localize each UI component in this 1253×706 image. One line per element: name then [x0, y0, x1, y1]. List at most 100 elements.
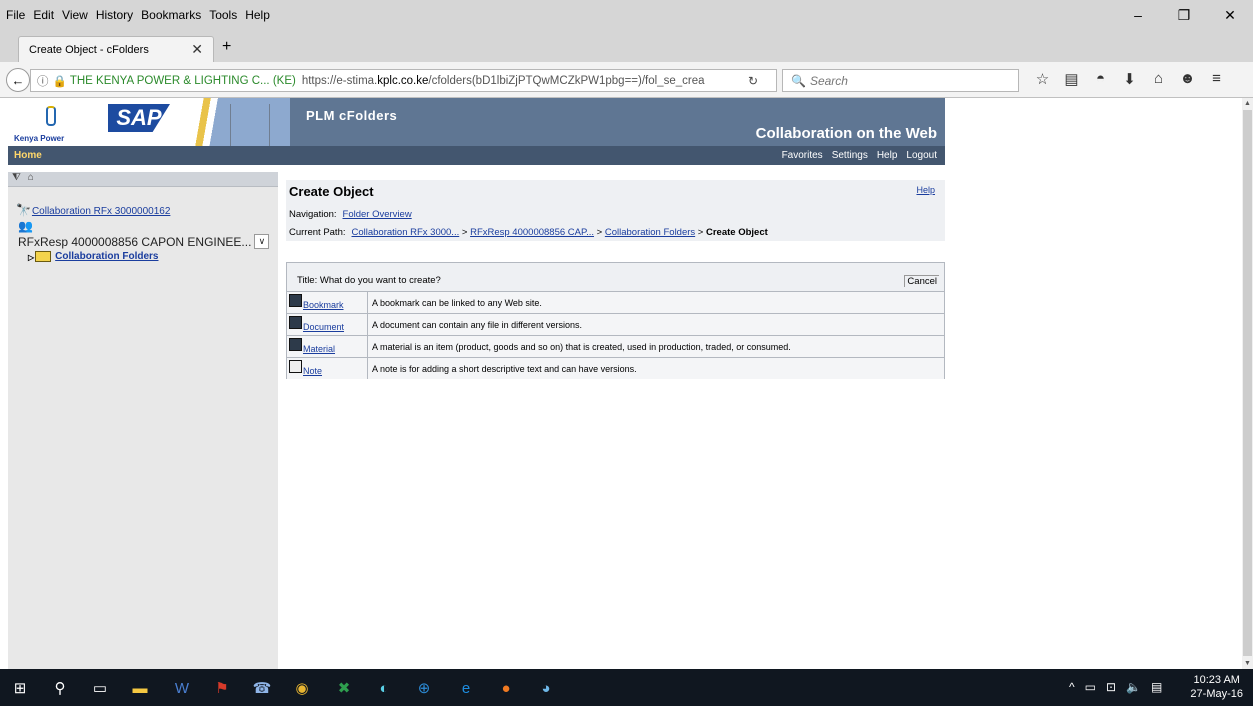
collaboration-folders-link[interactable]: Collaboration Folders [55, 251, 158, 262]
settings-link[interactable]: Settings [832, 150, 868, 161]
cancel-button[interactable]: Cancel [904, 275, 939, 287]
breadcrumb-separator: > [697, 227, 704, 238]
help-link-content[interactable]: Help [916, 185, 935, 195]
file-explorer-icon[interactable]: ▬ [130, 679, 150, 697]
home-icon[interactable]: ⌂ [1144, 70, 1173, 88]
breadcrumb-collaboration[interactable]: Collaboration RFx 3000... [352, 227, 460, 238]
reload-icon[interactable]: ↻ [748, 74, 758, 88]
task-view-icon[interactable]: ▭ [90, 679, 110, 697]
table-title: Title: What do you want to create? [297, 275, 441, 286]
word-icon[interactable]: W [172, 679, 192, 697]
volume-icon[interactable]: 🔈 [1126, 680, 1141, 694]
folder-icon [35, 251, 52, 262]
help-link[interactable]: Help [877, 150, 898, 161]
app-icon[interactable]: ◕ [536, 679, 556, 697]
lock-icon: 🔒 [52, 75, 67, 88]
vertical-scrollbar[interactable]: ▲ ▼ [1242, 98, 1253, 669]
clock-time: 10:23 AM [1193, 674, 1240, 686]
reading-list-icon[interactable]: ▤ [1057, 70, 1086, 88]
url-text[interactable]: https://e-stima.kplc.co.ke/cfolders(bD1l… [302, 75, 705, 87]
user-group-icon: 👥 [18, 219, 33, 233]
tree-toolbar: ⧨ ⌂ [8, 172, 278, 187]
chrome-icon[interactable]: ◉ [292, 679, 312, 697]
excel-icon[interactable]: ✖ [334, 679, 354, 697]
material-link[interactable]: Material [303, 344, 335, 354]
menu-history[interactable]: History [96, 8, 133, 22]
menu-edit[interactable]: Edit [33, 8, 54, 22]
sap-logo-text: SAP [108, 104, 170, 132]
navigation-bar: ← ⓘ 🔒 THE KENYA POWER & LIGHTING C... (K… [0, 62, 1253, 98]
breadcrumb-collaboration-folders[interactable]: Collaboration Folders [605, 227, 695, 238]
close-icon[interactable]: ✕ [1207, 0, 1253, 30]
search-taskbar-icon[interactable]: ⚲ [50, 679, 70, 697]
navigation-row: Navigation: Folder Overview [289, 209, 412, 220]
tray-chevron-icon[interactable]: ^ [1069, 680, 1075, 694]
windows-start-icon[interactable]: ⊞ [10, 679, 30, 697]
chat-icon[interactable]: ☻ [1173, 70, 1202, 88]
tree-item-collaboration[interactable]: 🔭 Collaboration RFx 3000000162 [16, 203, 170, 217]
tab-bar: Create Object - cFolders ✕ + [0, 30, 1253, 62]
site-identity[interactable]: THE KENYA POWER & LIGHTING C... (KE) [70, 75, 296, 87]
scroll-up-icon[interactable]: ▲ [1244, 100, 1251, 107]
restore-icon[interactable]: ❐ [1161, 0, 1207, 30]
kenya-power-logo: Kenya Power [8, 98, 100, 146]
expand-arrow-icon[interactable]: ▷ [28, 253, 34, 262]
chevron-down-icon[interactable]: ∨ [254, 234, 270, 249]
page-content: Kenya Power SAP PLM cFolders Collaborati… [0, 98, 1242, 669]
network-icon[interactable]: ⊡ [1106, 680, 1116, 694]
rfx-selector[interactable]: RFxResp 4000008856 CAPON ENGINEE... ∨ [18, 234, 271, 249]
phone-icon[interactable]: ☎ [252, 679, 272, 697]
home-link[interactable]: Home [14, 150, 42, 161]
menu-bookmarks[interactable]: Bookmarks [141, 8, 201, 22]
search-icon: 🔍 [791, 73, 806, 88]
hamburger-menu-icon[interactable]: ≡ [1202, 70, 1231, 88]
menu-help[interactable]: Help [245, 8, 270, 22]
firefox-icon[interactable]: ● [496, 679, 516, 697]
new-tab-icon[interactable]: + [222, 38, 231, 56]
acrobat-icon[interactable]: ⚑ [212, 679, 232, 697]
folder-overview-link[interactable]: Folder Overview [343, 209, 412, 220]
internet-explorer-icon[interactable]: ⊕ [414, 679, 434, 697]
minimize-icon[interactable]: – [1115, 0, 1161, 30]
tree-item-collaboration-folders[interactable]: ▷ Collaboration Folders [28, 251, 159, 262]
tab-create-object[interactable]: Create Object - cFolders ✕ [18, 36, 214, 62]
menu-tools[interactable]: Tools [209, 8, 237, 22]
menu-view[interactable]: View [62, 8, 88, 22]
binoculars-icon: 🔭 [16, 203, 31, 217]
url-bar[interactable]: ⓘ 🔒 THE KENYA POWER & LIGHTING C... (KE)… [30, 69, 777, 92]
search-input[interactable]: 🔍 Search [782, 69, 1019, 92]
notification-icon[interactable]: ▤ [1151, 680, 1162, 694]
collaboration-link[interactable]: Collaboration RFx 3000000162 [32, 206, 170, 217]
scroll-down-icon[interactable]: ▼ [1244, 660, 1251, 667]
home-bar: Home Favorites Settings Help Logout [8, 146, 945, 165]
pocket-icon[interactable]: ◓ [1086, 70, 1115, 88]
info-icon[interactable]: ⓘ [37, 73, 49, 89]
menu-bar: File Edit View History Bookmarks Tools H… [0, 0, 1253, 30]
menu-file[interactable]: File [6, 8, 25, 22]
note-link[interactable]: Note [303, 366, 322, 376]
breadcrumb-separator: > [596, 227, 603, 238]
document-icon [289, 316, 302, 329]
expand-icon[interactable]: ⧨ [12, 172, 21, 183]
breadcrumb-rfxresp[interactable]: RFxResp 4000008856 CAP... [470, 227, 594, 238]
download-icon[interactable]: ⬇ [1115, 70, 1144, 88]
scroll-thumb[interactable] [1243, 110, 1252, 656]
document-link[interactable]: Document [303, 322, 344, 332]
power-lines-image [180, 98, 290, 146]
clock[interactable]: 10:23 AM 27-May-16 [1190, 673, 1243, 701]
network-app-icon[interactable]: ◐ [374, 679, 394, 697]
rfx-label: RFxResp 4000008856 CAPON ENGINEE... [18, 234, 252, 249]
battery-icon[interactable]: ▭ [1085, 680, 1096, 694]
navigation-label: Navigation: [289, 209, 337, 220]
star-icon[interactable]: ☆ [1028, 70, 1057, 88]
edge-icon[interactable]: e [456, 679, 476, 697]
collapse-icon[interactable]: ⌂ [28, 172, 34, 183]
logout-link[interactable]: Logout [906, 150, 937, 161]
sap-logo: SAP [100, 98, 180, 146]
create-object-table: Title: What do you want to create? Cance… [286, 262, 945, 379]
back-icon[interactable]: ← [6, 68, 30, 92]
path-label: Current Path: [289, 227, 346, 238]
close-tab-icon[interactable]: ✕ [191, 41, 203, 58]
favorites-link[interactable]: Favorites [782, 150, 823, 161]
bookmark-link[interactable]: Bookmark [303, 300, 344, 310]
